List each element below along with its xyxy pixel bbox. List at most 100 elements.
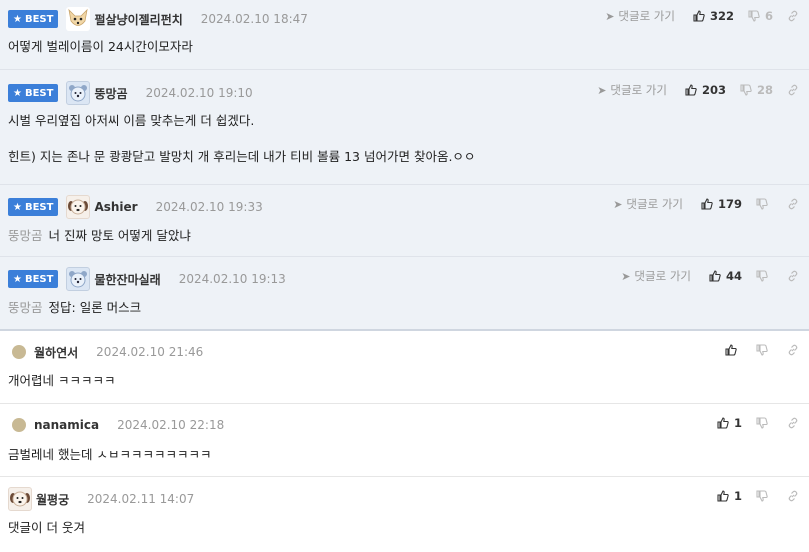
like-button[interactable]: 322 [693, 9, 734, 23]
like-button[interactable]: 203 [685, 83, 726, 97]
star-icon: ★ [13, 87, 22, 99]
like-button[interactable]: 1 [717, 489, 742, 503]
dislike-button[interactable]: 6 [748, 9, 773, 23]
thumbs-up-icon [709, 270, 721, 282]
thumbs-up-icon [725, 344, 737, 356]
comment-line: 힌트) 지는 존나 문 쾅쾅닫고 발망치 개 후리는데 내가 티비 볼륨 13 … [8, 149, 476, 164]
nickname[interactable]: 월평궁 [36, 491, 69, 508]
comment-actions: 1 [717, 412, 799, 434]
dislike-button[interactable] [756, 490, 773, 502]
thumbs-down-icon [740, 84, 752, 96]
comment-text: 시벌 우리옆집 아저씨 이름 맞추는게 더 쉽겠다. 힌트) 지는 존나 문 쾅… [8, 112, 475, 166]
link-icon[interactable] [787, 10, 799, 22]
avatar[interactable] [66, 267, 91, 291]
like-button[interactable]: 179 [701, 197, 742, 211]
timestamp: 2024.02.10 18:47 [200, 12, 308, 26]
thumbs-up-icon [701, 198, 713, 210]
best-comment: ★ BEST Ashier 2024.02.10 19:33 ➤ 댓글로 가기 17… [0, 185, 809, 257]
comment-header: ★ BEST 펄살냥이젤리펀치 2024.02.10 18:47 [8, 7, 308, 31]
comment-header: 월하연서 2024.02.10 21:46 [8, 341, 203, 363]
avatar[interactable] [66, 195, 91, 219]
star-icon: ★ [13, 13, 22, 25]
best-comment: ★ BEST 뚱망곰 2024.02.10 19:10 ➤ 댓글로 가기 203 2… [0, 70, 809, 185]
comment-list: ★ BEST 펄살냥이젤리펀치 2024.02.10 18:47 ➤ 댓글로 가기 … [0, 0, 809, 552]
nickname[interactable]: Ashier [94, 200, 137, 214]
like-button[interactable] [725, 344, 742, 356]
comment-header: ★ BEST 물한잔마실래 2024.02.10 19:13 [8, 267, 286, 291]
dislike-button[interactable] [756, 344, 773, 356]
best-comment: ★ BEST 펄살냥이젤리펀치 2024.02.10 18:47 ➤ 댓글로 가기 … [0, 0, 809, 70]
goto-comment-link[interactable]: ➤ 댓글로 가기 [605, 8, 675, 24]
link-icon[interactable] [787, 84, 799, 96]
send-arrow-icon: ➤ [605, 9, 615, 23]
link-icon[interactable] [787, 344, 799, 356]
comment: 월평궁 2024.02.11 14:07 1 댓글이 더 웃겨 [0, 477, 809, 552]
thumbs-down-icon [756, 270, 768, 282]
avatar[interactable] [8, 487, 32, 511]
thumbs-down-icon [756, 417, 768, 429]
link-icon[interactable] [787, 198, 799, 210]
comment-header: ★ BEST Ashier 2024.02.10 19:33 [8, 195, 263, 219]
thumbs-up-icon [717, 417, 729, 429]
thumbs-up-icon [685, 84, 697, 96]
dislike-button[interactable]: 28 [740, 83, 773, 97]
timestamp: 2024.02.10 22:18 [117, 418, 225, 432]
nickname[interactable]: 물한잔마실래 [94, 271, 160, 288]
nickname[interactable]: 펄살냥이젤리펀치 [94, 11, 182, 28]
dislike-button[interactable] [756, 270, 773, 282]
avatar[interactable] [12, 345, 26, 359]
timestamp: 2024.02.10 19:10 [145, 86, 253, 100]
dislike-button[interactable] [756, 417, 773, 429]
like-button[interactable]: 44 [709, 269, 742, 283]
comment-text: 어떻게 벌레이름이 24시간이모자라 [8, 39, 193, 54]
best-badge: ★ BEST [8, 270, 59, 288]
comment-text: 금벌레네 했는데 ㅅㅂㅋㅋㅋㅋㅋㅋㅋㅋ [8, 447, 212, 462]
timestamp: 2024.02.11 14:07 [87, 492, 195, 506]
star-icon: ★ [13, 273, 22, 285]
comment-actions: ➤ 댓글로 가기 322 6 [605, 5, 799, 27]
comment: 월하연서 2024.02.10 21:46 개어렵네 ㅋㅋㅋㅋㅋ [0, 331, 809, 404]
thumbs-down-icon [748, 10, 760, 22]
avatar[interactable] [66, 7, 91, 31]
comment-text: 개어렵네 ㅋㅋㅋㅋㅋ [8, 373, 116, 388]
mention[interactable]: 뚱망곰 [8, 228, 43, 243]
nickname[interactable]: 뚱망곰 [94, 85, 127, 102]
mention[interactable]: 뚱망곰 [8, 300, 43, 315]
comment-header: 월평궁 2024.02.11 14:07 [8, 487, 195, 511]
comment-text: 뚱망곰 정답: 일론 머스크 [8, 300, 142, 315]
nickname[interactable]: 월하연서 [34, 344, 78, 361]
comment-header: nanamica 2024.02.10 22:18 [8, 414, 224, 436]
nickname[interactable]: nanamica [34, 418, 99, 432]
goto-comment-link[interactable]: ➤ 댓글로 가기 [613, 196, 683, 212]
goto-comment-link[interactable]: ➤ 댓글로 가기 [621, 268, 691, 284]
send-arrow-icon: ➤ [613, 197, 623, 211]
send-arrow-icon: ➤ [621, 269, 631, 283]
thumbs-down-icon [756, 490, 768, 502]
thumbs-up-icon [693, 10, 705, 22]
goto-comment-link[interactable]: ➤ 댓글로 가기 [597, 82, 667, 98]
comment: nanamica 2024.02.10 22:18 1 금벌레네 했는데 ㅅㅂㅋ… [0, 404, 809, 477]
comment-actions: 1 [717, 485, 799, 507]
comment-line: 시벌 우리옆집 아저씨 이름 맞추는게 더 쉽겠다. [8, 113, 255, 128]
link-icon[interactable] [787, 270, 799, 282]
dislike-button[interactable] [756, 198, 773, 210]
comment-actions [725, 339, 799, 361]
timestamp: 2024.02.10 19:33 [155, 200, 263, 214]
comment-text: 뚱망곰 너 진짜 망토 어떻게 달았냐 [8, 228, 191, 243]
star-icon: ★ [13, 201, 22, 213]
send-arrow-icon: ➤ [597, 83, 607, 97]
link-icon[interactable] [787, 417, 799, 429]
comment-actions: ➤ 댓글로 가기 203 28 [597, 79, 799, 101]
comment-header: ★ BEST 뚱망곰 2024.02.10 19:10 [8, 81, 253, 105]
link-icon[interactable] [787, 490, 799, 502]
best-badge: ★ BEST [8, 84, 59, 102]
like-button[interactable]: 1 [717, 416, 742, 430]
comment-actions: ➤ 댓글로 가기 44 [621, 265, 799, 287]
best-comment: ★ BEST 물한잔마실래 2024.02.10 19:13 ➤ 댓글로 가기 44… [0, 257, 809, 331]
avatar[interactable] [66, 81, 91, 105]
thumbs-down-icon [756, 344, 768, 356]
thumbs-down-icon [756, 198, 768, 210]
best-badge: ★ BEST [8, 10, 59, 28]
comment-actions: ➤ 댓글로 가기 179 [613, 193, 799, 215]
avatar[interactable] [12, 418, 26, 432]
